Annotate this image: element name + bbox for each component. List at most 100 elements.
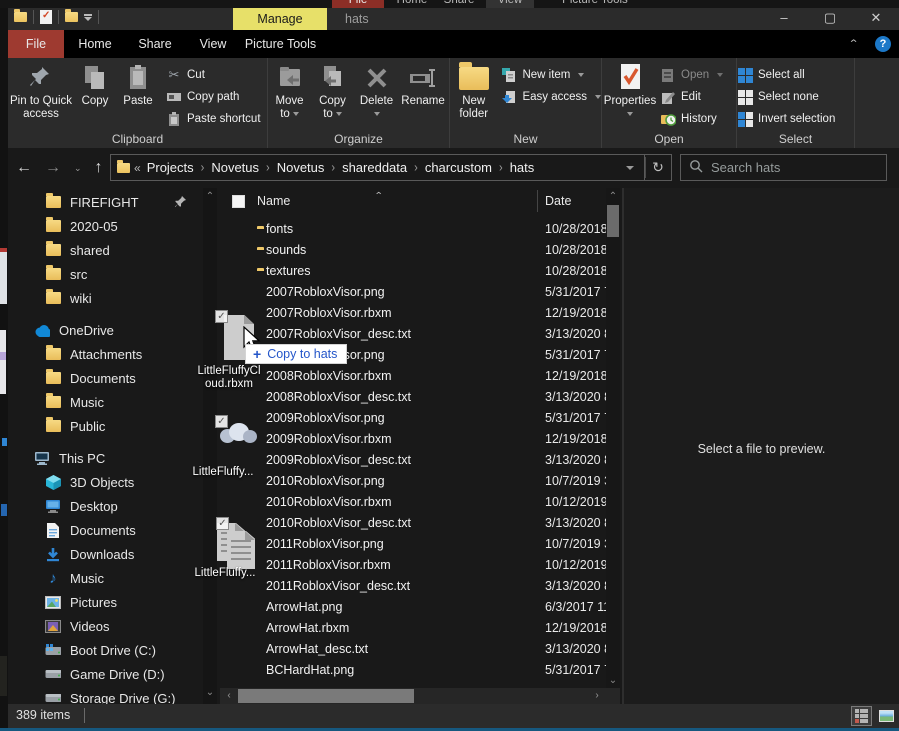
help-icon[interactable]: ? <box>875 36 891 52</box>
file-row[interactable]: 2007RobloxVisor_desc.txt3/13/2020 8 <box>220 323 606 344</box>
sidebar-item-public[interactable]: Public <box>8 414 203 438</box>
file-row[interactable]: ArrowHat.png6/3/2017 11 <box>220 596 606 617</box>
file-row[interactable]: 2010RobloxVisor_desc.txt3/13/2020 8 <box>220 512 606 533</box>
column-name[interactable]: Name <box>257 194 290 208</box>
open-button[interactable]: Open <box>660 64 723 86</box>
breadcrumb-item[interactable]: Novetus <box>277 160 325 175</box>
move-to-button[interactable]: Move to <box>268 60 311 132</box>
delete-button[interactable]: Delete <box>354 60 399 132</box>
breadcrumb-overflow-icon[interactable]: « <box>134 161 141 175</box>
list-scroll-down-icon[interactable]: ⌄ <box>606 674 620 688</box>
sidebar-item-pictures[interactable]: Pictures <box>8 590 203 614</box>
copy-path-button[interactable]: Copy path <box>166 86 261 108</box>
address-box[interactable]: « Projects›Novetus›Novetus›shareddata›ch… <box>110 154 645 181</box>
sidebar-item-3d-objects[interactable]: 3D Objects <box>8 470 203 494</box>
sort-ascending-icon[interactable]: ⌃ <box>374 190 383 200</box>
tab-share[interactable]: Share <box>125 30 185 58</box>
invert-selection-button[interactable]: Invert selection <box>737 108 835 130</box>
sidebar-item-storage-drive-g-[interactable]: Storage Drive (G:) <box>8 686 203 704</box>
sidebar-item-attachments[interactable]: Attachments <box>8 342 203 366</box>
search-box[interactable] <box>680 154 887 181</box>
breadcrumb-item[interactable]: charcustom <box>425 160 492 175</box>
qat-customize-caret-icon[interactable] <box>84 17 92 21</box>
file-row[interactable]: 2009RobloxVisor.rbxm12/19/2018 <box>220 428 606 449</box>
thumbnail-view-button[interactable] <box>876 706 897 726</box>
breadcrumb-item[interactable]: hats <box>510 160 535 175</box>
history-button[interactable]: History <box>660 108 723 130</box>
tab-picture-tools[interactable]: Picture Tools <box>233 30 328 58</box>
file-list-horizontal-scrollbar[interactable]: ‹ › <box>220 688 620 704</box>
bg-tab-picture-tools[interactable]: Picture Tools <box>550 0 640 8</box>
file-row[interactable]: 2011RobloxVisor.png10/7/2019 3 <box>220 533 606 554</box>
file-row[interactable]: 2007RobloxVisor.rbxm12/19/2018 <box>220 302 606 323</box>
bg-tab-home[interactable]: Home <box>390 0 434 8</box>
file-row[interactable]: fonts10/28/2018 <box>220 218 606 239</box>
sidebar-item-wiki[interactable]: wiki <box>8 286 203 310</box>
sidebar-scroll-up-icon[interactable]: ⌃ <box>203 190 217 204</box>
rename-button[interactable]: Rename <box>399 60 447 132</box>
file-row[interactable]: 2011RobloxVisor_desc.txt3/13/2020 8 <box>220 575 606 596</box>
back-icon[interactable]: ← <box>16 159 32 177</box>
titlebar[interactable]: Manage hats – ▢ ✕ <box>8 8 899 30</box>
column-date[interactable]: Date <box>545 194 571 208</box>
maximize-button[interactable]: ▢ <box>807 8 853 30</box>
search-input[interactable] <box>711 160 861 175</box>
file-row[interactable]: 2008RobloxVisor_desc.txt3/13/2020 8 <box>220 386 606 407</box>
easy-access-button[interactable]: Easy access <box>501 86 601 108</box>
refresh-button[interactable]: ↻ <box>645 154 672 181</box>
list-scroll-up-icon[interactable]: ⌃ <box>606 190 620 204</box>
select-none-button[interactable]: Select none <box>737 86 835 108</box>
breadcrumb-item[interactable]: Novetus <box>211 160 259 175</box>
sidebar-item-this-pc[interactable]: This PC <box>8 446 203 470</box>
breadcrumb-separator-icon[interactable]: › <box>324 160 342 174</box>
file-row[interactable]: 2008RobloxVisor.rbxm12/19/2018 <box>220 365 606 386</box>
vertical-scroll-thumb[interactable] <box>607 205 619 237</box>
sidebar-item-game-drive-d-[interactable]: Game Drive (D:) <box>8 662 203 686</box>
sidebar-scrollbar[interactable]: ⌃ ⌄ <box>203 188 217 704</box>
file-row[interactable] <box>220 680 606 688</box>
cut-button[interactable]: ✂ Cut <box>166 64 261 86</box>
tab-file[interactable]: File <box>8 30 64 58</box>
sidebar-item-music[interactable]: ♪Music <box>8 566 203 590</box>
file-row[interactable]: ArrowHat_desc.txt3/13/2020 8 <box>220 638 606 659</box>
horizontal-scroll-thumb[interactable] <box>238 689 414 703</box>
recent-locations-caret-icon[interactable]: ⌄ <box>74 163 82 174</box>
qat-folder-icon[interactable] <box>14 12 27 22</box>
qat-new-folder-icon[interactable] <box>65 12 78 22</box>
list-scroll-left-icon[interactable]: ‹ <box>222 689 236 703</box>
file-row[interactable]: 2009RobloxVisor.png5/31/2017 7 <box>220 407 606 428</box>
sidebar-item-shared[interactable]: shared <box>8 238 203 262</box>
file-row[interactable]: 2007RobloxVisor.png5/31/2017 7 <box>220 281 606 302</box>
pin-to-quick-access-button[interactable]: Pin to Quick access <box>8 60 74 132</box>
properties-button[interactable]: Properties <box>602 60 658 132</box>
breadcrumb-separator-icon[interactable]: › <box>407 160 425 174</box>
details-view-button[interactable] <box>851 706 872 726</box>
bg-tab-file[interactable]: File <box>332 0 384 8</box>
sidebar-item-videos[interactable]: Videos <box>8 614 203 638</box>
address-dropdown-caret-icon[interactable] <box>626 166 634 170</box>
qat-properties-icon[interactable] <box>40 10 52 24</box>
bg-tab-view[interactable]: View <box>486 0 534 8</box>
breadcrumb-item[interactable]: shareddata <box>342 160 407 175</box>
file-row[interactable]: sounds10/28/2018 <box>220 239 606 260</box>
copy-button[interactable]: Copy <box>74 60 116 132</box>
breadcrumb-separator-icon[interactable]: › <box>194 160 212 174</box>
sidebar-item-onedrive[interactable]: OneDrive <box>8 318 203 342</box>
select-all-checkbox[interactable] <box>232 195 245 208</box>
sidebar-item-documents[interactable]: Documents <box>8 518 203 542</box>
file-row[interactable]: 2009RobloxVisor_desc.txt3/13/2020 8 <box>220 449 606 470</box>
tab-home[interactable]: Home <box>65 30 125 58</box>
copy-to-button[interactable]: Copy to <box>311 60 354 132</box>
edit-button[interactable]: Edit <box>660 86 723 108</box>
list-scroll-right-icon[interactable]: › <box>590 689 604 703</box>
file-row[interactable]: textures10/28/2018 <box>220 260 606 281</box>
new-folder-button[interactable]: New folder <box>450 60 497 132</box>
breadcrumb-separator-icon[interactable]: › <box>259 160 277 174</box>
collapse-ribbon-icon[interactable]: ⌃ <box>848 38 859 51</box>
breadcrumb-separator-icon[interactable]: › <box>492 160 510 174</box>
sidebar-item-2020-05[interactable]: 2020-05 <box>8 214 203 238</box>
sidebar-item-desktop[interactable]: Desktop <box>8 494 203 518</box>
select-all-button[interactable]: Select all <box>737 64 835 86</box>
minimize-button[interactable]: – <box>761 8 807 30</box>
paste-button[interactable]: Paste <box>116 60 160 132</box>
